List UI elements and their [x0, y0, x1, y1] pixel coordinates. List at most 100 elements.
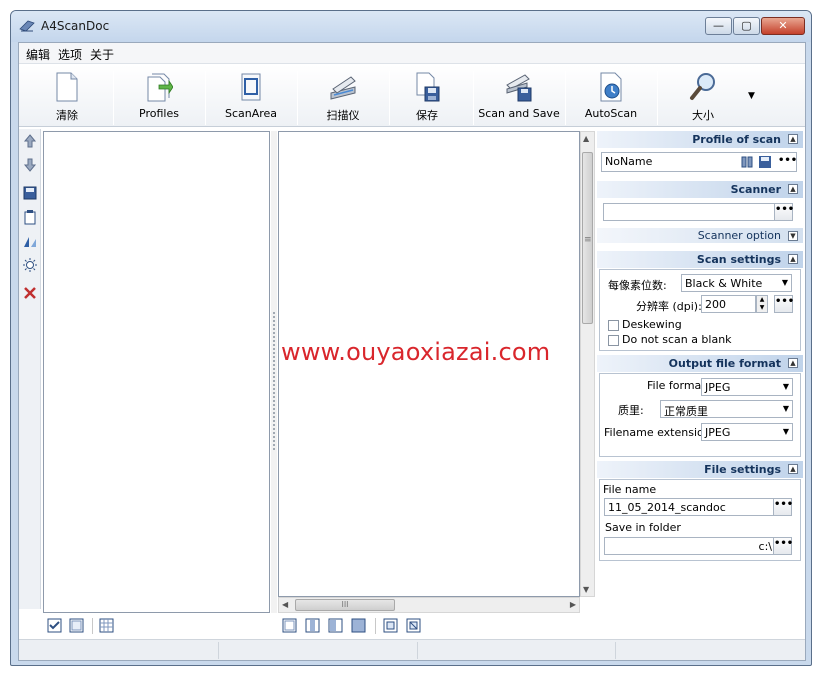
file-name-label: File name — [603, 483, 657, 496]
scanner-icon — [330, 76, 356, 100]
scanner-field[interactable] — [603, 203, 777, 221]
title-bar[interactable]: A4ScanDoc — ▢ ✕ — [11, 11, 811, 42]
size-label: 大小 — [692, 109, 714, 122]
dpi-input[interactable]: 200 — [701, 295, 756, 313]
scanarea-label: ScanArea — [224, 107, 278, 120]
dpi-more-button[interactable]: ••• — [774, 295, 794, 313]
save-profile-icon[interactable] — [758, 155, 772, 169]
collapse-icon[interactable]: ▲ — [788, 184, 798, 194]
panel-splitter[interactable] — [271, 131, 277, 613]
move-up-icon[interactable] — [22, 133, 38, 149]
fit-width-icon[interactable] — [305, 618, 320, 633]
rotate-icon[interactable] — [22, 233, 38, 249]
clear-label: 清除 — [56, 109, 78, 122]
expand-icon[interactable]: ▼ — [788, 231, 798, 241]
collapse-icon[interactable]: ▲ — [788, 134, 798, 144]
delete-icon[interactable] — [22, 285, 38, 301]
vertical-scrollbar[interactable]: ▲ ≡ ▼ — [580, 131, 595, 597]
app-icon — [19, 20, 35, 32]
profile-section-header[interactable]: Profile of scan ▲ — [597, 131, 803, 148]
zoom-in-icon[interactable] — [383, 618, 398, 633]
scan-and-save-icon — [506, 74, 532, 102]
profile-field[interactable]: NoName ••• — [601, 152, 797, 172]
collapse-icon[interactable]: ▲ — [788, 464, 798, 474]
menu-options[interactable]: 选项 — [55, 46, 85, 63]
scanner-section-header[interactable]: Scanner ▲ — [597, 181, 803, 198]
file-settings-header[interactable]: File settings ▲ — [597, 461, 803, 478]
blank-page-icon — [56, 72, 78, 102]
file-format-label: File format — [647, 379, 706, 392]
collapse-icon[interactable]: ▲ — [788, 358, 798, 368]
minimize-button[interactable]: — — [705, 17, 732, 35]
output-format-header[interactable]: Output file format ▲ — [597, 355, 803, 372]
file-name-more-button[interactable]: ••• — [773, 498, 793, 516]
bits-per-pixel-select[interactable]: Black & White ▼ — [681, 274, 792, 292]
scan-settings-body: 每像素位数: Black & White ▼ 分辨率 (dpi): 200 ▲ ▼… — [599, 269, 801, 351]
profiles-icon — [147, 73, 173, 102]
save-folder-input[interactable]: c:\ — [604, 537, 776, 555]
chevron-down-icon: ▼ — [782, 427, 789, 436]
horizontal-scroll-thumb[interactable]: III — [295, 599, 395, 611]
deskewing-checkbox[interactable] — [608, 320, 619, 331]
scanner-label: 扫描仪 — [326, 109, 360, 122]
maximize-icon: ▢ — [741, 19, 752, 32]
file-name-input[interactable]: 11_05_2014_scandoc — [604, 498, 776, 516]
size-button[interactable]: 大小 — [659, 69, 747, 125]
scroll-down-icon[interactable]: ▼ — [583, 585, 589, 594]
chevron-down-icon: ▼ — [782, 382, 789, 391]
menu-about[interactable]: 关于 — [87, 46, 117, 63]
app-window: A4ScanDoc — ▢ ✕ 编辑 选项 关于 清除 Profiles Sca… — [10, 10, 812, 666]
scroll-up-icon[interactable]: ▲ — [583, 134, 589, 143]
magnifier-icon — [690, 73, 715, 100]
scroll-left-icon[interactable]: ◀ — [282, 600, 288, 609]
file-settings-body: File name 11_05_2014_scandoc ••• Save in… — [599, 479, 801, 561]
check-all-icon[interactable] — [47, 618, 62, 633]
autoscan-button[interactable]: AutoScan — [567, 69, 655, 125]
grid-view-icon[interactable] — [99, 618, 114, 633]
scanarea-button[interactable]: ScanArea — [207, 69, 295, 125]
scanner-button[interactable]: 扫描仪 — [299, 69, 387, 125]
deskewing-label: Deskewing — [622, 318, 682, 331]
scan-settings-header[interactable]: Scan settings ▲ — [597, 251, 803, 268]
scanner-option-header[interactable]: Scanner option ▼ — [597, 228, 803, 243]
scanner-browse-button[interactable]: ••• — [774, 203, 794, 221]
zoom-out-icon[interactable] — [406, 618, 421, 633]
quality-select[interactable]: 正常质里 ▼ — [660, 400, 793, 418]
toolbar-more-icon[interactable]: ▼ — [748, 91, 755, 101]
file-format-select[interactable]: JPEG ▼ — [701, 378, 793, 396]
profile-more-icon[interactable]: ••• — [778, 155, 797, 166]
save-folder-browse-button[interactable]: ••• — [773, 537, 793, 555]
dpi-label: 分辨率 (dpi): — [636, 300, 702, 313]
brightness-icon[interactable] — [22, 257, 38, 273]
horizontal-scrollbar[interactable]: ◀ III ▶ — [278, 597, 580, 613]
uncheck-all-icon[interactable] — [69, 618, 84, 633]
save-button[interactable]: 保存 — [383, 69, 471, 125]
fit-height-icon[interactable] — [328, 618, 343, 633]
scan-and-save-button[interactable]: Scan and Save — [475, 69, 563, 125]
menu-edit[interactable]: 编辑 — [23, 46, 53, 63]
clear-button[interactable]: 清除 — [23, 69, 111, 125]
save-label: 保存 — [416, 109, 438, 122]
thumbnail-list[interactable] — [43, 131, 270, 613]
dpi-stepper[interactable]: ▲ ▼ — [756, 295, 768, 313]
scroll-right-icon[interactable]: ▶ — [570, 600, 576, 609]
book-icon[interactable] — [740, 155, 754, 169]
full-view-icon[interactable] — [351, 618, 366, 633]
chevron-down-icon: ▼ — [781, 278, 788, 287]
move-down-icon[interactable] — [22, 157, 38, 173]
save-page-icon[interactable] — [22, 185, 38, 201]
toolbar: 清除 Profiles ScanArea 扫描仪 保存 Scan and Sav… — [19, 65, 805, 127]
filename-extension-select[interactable]: JPEG ▼ — [701, 423, 793, 441]
fit-page-icon[interactable] — [282, 618, 297, 633]
quality-label: 质里: — [618, 404, 644, 417]
clipboard-icon[interactable] — [22, 209, 38, 225]
window-title: A4ScanDoc — [41, 19, 110, 33]
close-button[interactable]: ✕ — [761, 17, 805, 35]
watermark-text: www.ouyaoxiazai.com — [281, 338, 551, 366]
skip-blank-checkbox[interactable] — [608, 335, 619, 346]
maximize-button[interactable]: ▢ — [733, 17, 760, 35]
collapse-icon[interactable]: ▲ — [788, 254, 798, 264]
profiles-button[interactable]: Profiles — [115, 69, 203, 125]
autoscan-icon — [600, 72, 622, 102]
autoscan-label: AutoScan — [584, 107, 638, 120]
